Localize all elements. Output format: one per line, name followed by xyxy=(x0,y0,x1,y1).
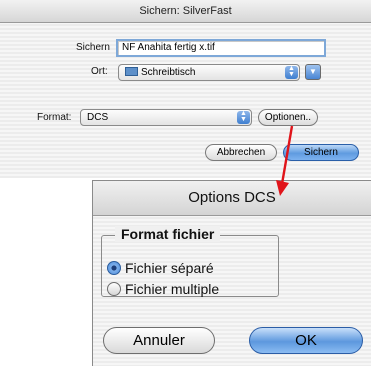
arrow-shaft xyxy=(280,125,294,185)
red-pointer-arrow xyxy=(276,125,294,196)
arrow-head-icon xyxy=(276,180,289,196)
